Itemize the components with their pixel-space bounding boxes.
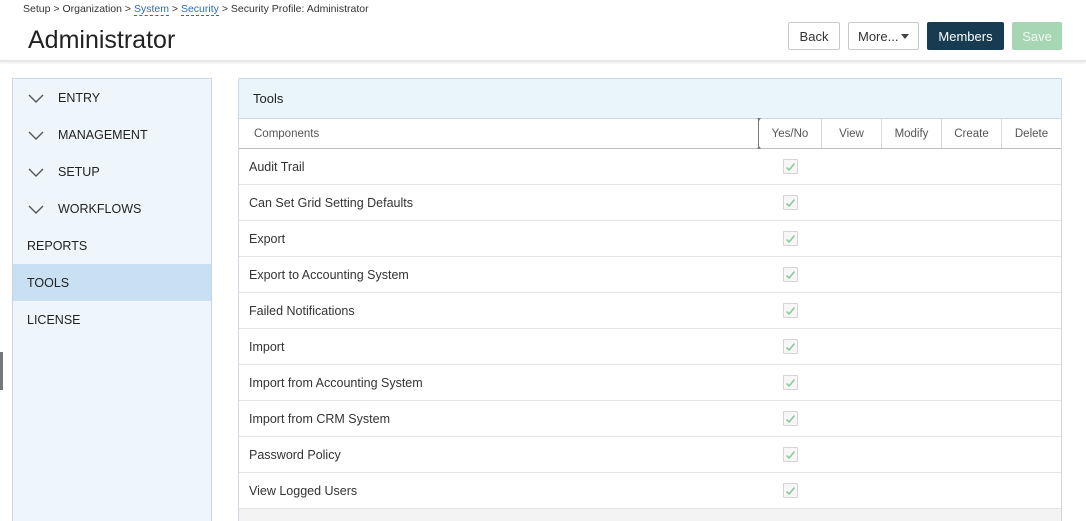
table-row: Import from CRM System — [239, 401, 1061, 437]
yes-no-checkbox[interactable] — [782, 411, 798, 426]
column-header-label: Components — [254, 127, 320, 140]
component-name: Import from Accounting System — [249, 375, 423, 390]
column-header-view[interactable]: View — [821, 119, 881, 148]
more-dropdown-button[interactable]: More... — [848, 22, 919, 50]
breadcrumb-system-link[interactable]: System — [133, 3, 169, 16]
chevron-down-icon — [28, 131, 44, 140]
yes-no-checkbox[interactable] — [782, 483, 798, 498]
resize-handle-icon — [757, 146, 761, 149]
breadcrumb-organization: Organization — [62, 3, 122, 15]
check-icon — [785, 486, 795, 495]
component-name: Can Set Grid Setting Defaults — [249, 195, 413, 210]
sidebar: ENTRY MANAGEMENT SETUP WORKFLOWS REPORTS… — [12, 78, 212, 521]
sidebar-item-label: SETUP — [58, 164, 100, 179]
chevron-down-icon — [28, 94, 44, 103]
back-button[interactable]: Back — [788, 22, 840, 50]
table-body: Audit Trail Can Set Grid Setting Default… — [239, 149, 1061, 521]
column-header-components[interactable]: Components — [239, 118, 761, 149]
yes-no-checkbox[interactable] — [782, 339, 798, 354]
caret-down-icon — [901, 33, 909, 39]
sidebar-item-workflows[interactable]: WORKFLOWS — [13, 190, 211, 227]
component-name: Import — [249, 339, 285, 354]
header-actions: Back More... Members Save — [788, 22, 1062, 50]
yes-no-checkbox[interactable] — [782, 267, 798, 282]
tools-panel: Tools Components Yes/No View Modify Crea… — [238, 78, 1062, 521]
component-name: Failed Notifications — [249, 303, 355, 318]
component-name: View Logged Users — [249, 483, 358, 498]
component-name: Audit Trail — [249, 159, 305, 174]
sidebar-item-setup[interactable]: SETUP — [13, 153, 211, 190]
column-header-create[interactable]: Create — [941, 119, 1001, 148]
check-icon — [785, 450, 795, 459]
yes-no-checkbox[interactable] — [782, 231, 798, 246]
table-header: Components Yes/No View Modify Create Del… — [239, 118, 1061, 149]
sidebar-item-label: TOOLS — [27, 275, 70, 290]
resize-handle-icon — [757, 118, 761, 121]
column-header-delete[interactable]: Delete — [1001, 119, 1061, 148]
panel-title: Tools — [239, 79, 1061, 119]
table-row: Password Policy — [239, 437, 1061, 473]
column-header-modify[interactable]: Modify — [881, 119, 941, 148]
breadcrumb-separator: > — [171, 3, 179, 15]
component-name: Password Policy — [249, 447, 341, 462]
check-icon — [785, 270, 795, 279]
table-row: View Logged Users — [239, 473, 1061, 509]
yes-no-checkbox[interactable] — [782, 303, 798, 318]
more-button-label: More... — [858, 28, 899, 44]
check-icon — [785, 198, 795, 207]
column-header-yes-no[interactable]: Yes/No — [759, 119, 821, 148]
sidebar-item-label: WORKFLOWS — [58, 201, 142, 216]
yes-no-checkbox[interactable] — [782, 375, 798, 390]
sidebar-item-management[interactable]: MANAGEMENT — [13, 116, 211, 153]
yes-no-checkbox[interactable] — [782, 447, 798, 462]
component-name: Import from CRM System — [249, 411, 390, 426]
breadcrumb: Setup > Organization > System > Security… — [23, 3, 369, 16]
check-icon — [785, 342, 795, 351]
breadcrumb-setup: Setup — [23, 3, 51, 15]
sidebar-item-label: ENTRY — [58, 90, 101, 105]
sidebar-item-label: LICENSE — [27, 312, 81, 327]
yes-no-checkbox[interactable] — [782, 195, 798, 210]
table-row: Can Set Grid Setting Defaults — [239, 185, 1061, 221]
breadcrumb-security-link[interactable]: Security — [180, 3, 219, 16]
table-footer — [239, 509, 1061, 521]
component-name: Export to Accounting System — [249, 267, 409, 282]
check-icon — [785, 378, 795, 387]
table-row: Export — [239, 221, 1061, 257]
sidebar-item-reports[interactable]: REPORTS — [13, 227, 211, 264]
chevron-down-icon — [28, 205, 44, 214]
yes-no-checkbox[interactable] — [782, 159, 798, 174]
check-icon — [785, 234, 795, 243]
chevron-down-icon — [28, 168, 44, 177]
table-row: Import — [239, 329, 1061, 365]
left-edge-handle[interactable] — [0, 352, 3, 390]
sidebar-item-label: REPORTS — [27, 238, 88, 253]
sidebar-item-license[interactable]: LICENSE — [13, 301, 211, 338]
sidebar-item-label: MANAGEMENT — [58, 127, 148, 142]
table-row: Export to Accounting System — [239, 257, 1061, 293]
component-name: Export — [249, 231, 286, 246]
breadcrumb-separator: > — [124, 3, 132, 15]
save-button[interactable]: Save — [1012, 22, 1062, 50]
table-row: Failed Notifications — [239, 293, 1061, 329]
breadcrumb-current: Security Profile: Administrator — [230, 3, 369, 15]
breadcrumb-separator: > — [53, 3, 60, 15]
check-icon — [785, 306, 795, 315]
sidebar-item-tools[interactable]: TOOLS — [13, 264, 211, 301]
header-divider — [0, 60, 1086, 62]
sidebar-item-entry[interactable]: ENTRY — [13, 79, 211, 116]
page-title: Administrator — [28, 26, 176, 54]
check-icon — [785, 414, 795, 423]
breadcrumb-separator: > — [221, 3, 228, 15]
table-row: Audit Trail — [239, 149, 1061, 185]
members-button[interactable]: Members — [927, 22, 1004, 50]
check-icon — [785, 162, 795, 171]
table-row: Import from Accounting System — [239, 365, 1061, 401]
